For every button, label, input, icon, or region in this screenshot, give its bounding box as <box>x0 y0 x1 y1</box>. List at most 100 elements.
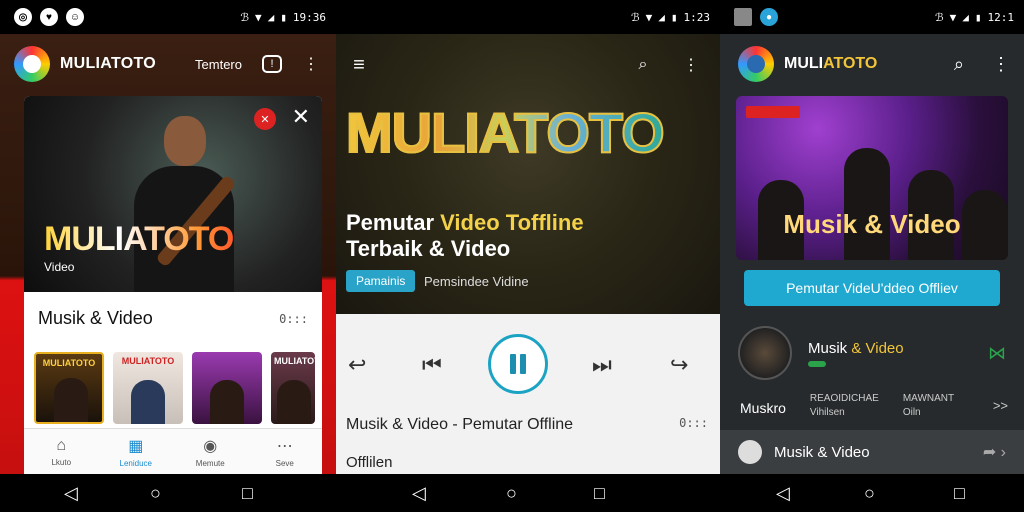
app-icon: ● <box>760 8 778 26</box>
section-header: Musik & Video 0::: <box>38 308 308 329</box>
search-icon[interactable]: ⌕ <box>632 54 654 76</box>
cta-button[interactable]: Pemutar VideU'ddeo Offliev <box>744 270 1000 306</box>
more-vert-icon[interactable]: ⋮ <box>992 54 1010 75</box>
clock: 1:23 <box>683 10 711 24</box>
section-more-button[interactable]: 0::: <box>279 312 308 326</box>
status-bar-panel3: ● ℬ ▼ ◢ ▮ 12:1 <box>720 0 1024 34</box>
library-icon: ▦ <box>128 437 144 455</box>
forward-icon[interactable]: ↪ <box>670 352 688 378</box>
back-icon[interactable]: ◁ <box>64 483 78 504</box>
more-icon: ⋯ <box>276 437 293 455</box>
back-icon[interactable]: ◁ <box>412 483 426 504</box>
previous-icon[interactable]: ⏮ <box>422 352 442 378</box>
track-info: Musik & Video - Pemutar Offline 0::: <box>346 416 708 434</box>
thumbnail-row: MULIATOTO MULIATOTO MULIATOTO <box>34 352 315 424</box>
more-vert-icon[interactable]: ⋮ <box>300 53 322 75</box>
live-badge <box>746 106 800 118</box>
discover-icon: ◉ <box>203 437 218 455</box>
info-label: Muskro <box>740 400 786 416</box>
band-member-image <box>844 148 890 260</box>
thumbnail[interactable]: MULIATOTO <box>34 352 104 424</box>
bottom-nav: ⌂ Lkuto ▦ Leniduce ◉ Memute ⋯ Seve <box>24 428 322 474</box>
hero-title: MULIATOTO <box>44 220 234 258</box>
recents-icon[interactable]: □ <box>242 483 253 504</box>
thumbnail[interactable] <box>192 352 262 424</box>
banner-title: Musik & Video <box>783 209 961 239</box>
wifi-icon: ▼ <box>255 10 262 24</box>
app-bar: MULIATOTO ⌕ ⋮ <box>738 44 1010 84</box>
app-logo[interactable] <box>738 46 774 82</box>
track-time: 0::: <box>679 416 708 430</box>
hero-banner[interactable]: ✕ ✕ MULIATOTO Video <box>24 96 322 292</box>
pause-button[interactable] <box>488 334 548 394</box>
nav-library[interactable]: ▦ Leniduce <box>99 429 174 474</box>
close-icon[interactable]: ✕ <box>292 104 310 130</box>
menu-icon[interactable]: ≡ <box>348 54 370 76</box>
info-row: Muskro REAOIDICHAE Vihilsen MAWNANT Oiln… <box>740 393 1008 418</box>
chat-icon: ☺ <box>66 8 84 26</box>
clock: 19:36 <box>292 10 326 24</box>
avatar <box>738 440 762 464</box>
nav-discover[interactable]: ◉ Memute <box>173 429 248 474</box>
search-icon[interactable]: ⌕ <box>954 54 964 75</box>
concert-banner[interactable]: Musik & Video <box>736 96 1008 260</box>
hero-subtitle: Video <box>44 260 75 274</box>
list-item[interactable]: Musik & Video ➦ › <box>720 430 1024 474</box>
brand-name: MULIATOTO <box>60 55 157 72</box>
video-card: ✕ ✕ MULIATOTO Video Musik & Video 0::: M… <box>24 96 322 474</box>
battery-icon: ▮ <box>670 10 678 24</box>
nav-home[interactable]: ⌂ Lkuto <box>24 429 99 474</box>
header-link[interactable]: Temtero <box>195 57 242 72</box>
panel-player: ≡ ⌕ ⋮ MULIATOTO Pemutar Video Toffline T… <box>336 34 720 474</box>
wifi-icon: ▼ <box>949 10 957 24</box>
back-icon[interactable]: ◁ <box>776 483 790 504</box>
home-icon: ⌂ <box>56 436 67 454</box>
bluetooth-icon: ℬ <box>630 10 640 24</box>
equalizer-icon[interactable]: ⋈ <box>988 343 1006 364</box>
bluetooth-icon: ℬ <box>934 10 944 24</box>
shield-icon: ♥ <box>40 8 58 26</box>
wifi-icon: ▼ <box>645 10 653 24</box>
status-bar-panel1: ◎ ♥ ☺ ℬ ▼ ◢ ▮ 19:36 <box>0 0 336 34</box>
album-art <box>738 326 792 380</box>
home-button-icon[interactable]: ○ <box>864 483 875 504</box>
home-button-icon[interactable]: ○ <box>506 483 517 504</box>
headline: Pemutar Video Toffline Terbaik & Video <box>346 210 584 261</box>
player-header: ≡ ⌕ ⋮ MULIATOTO Pemutar Video Toffline T… <box>336 34 720 314</box>
panel-home: MULIATOTO Temtero ! ⋮ ✕ ✕ MULIATOTO Vide… <box>0 34 336 474</box>
category-chip[interactable]: Pamainis <box>346 270 416 292</box>
player-controls: ↩ ⏮ ⏭ ↪ <box>336 334 720 396</box>
nav-more[interactable]: ⋯ Seve <box>248 429 323 474</box>
more-vert-icon[interactable]: ⋮ <box>680 54 702 76</box>
message-icon[interactable]: ! <box>262 55 282 73</box>
app-logo[interactable] <box>14 46 50 82</box>
system-nav-bar: ◁ ○ □ ◁ ○ □ ◁ ○ □ <box>0 474 1024 512</box>
record-icon[interactable]: ✕ <box>254 108 276 130</box>
section-title: Musik & Video <box>38 308 153 328</box>
replay-icon[interactable]: ↩ <box>348 352 366 378</box>
chip-subtitle: Pemsindee Vidine <box>424 274 529 289</box>
status-bar-panel2: ℬ ▼ ◢ ▮ 1:23 <box>336 0 720 34</box>
app-bar: ≡ ⌕ ⋮ <box>348 50 702 80</box>
notification-icon: ◎ <box>14 8 32 26</box>
list-item[interactable]: Musik & Video ⋈ <box>738 326 1006 380</box>
big-title: MULIATOTO <box>345 100 666 165</box>
forward-button[interactable]: >> <box>993 398 1008 413</box>
brand-name: MULIATOTO <box>784 55 878 72</box>
app-bar: MULIATOTO Temtero ! ⋮ <box>0 34 336 94</box>
track-title: Musik & Video - Pemutar Offline <box>346 416 574 433</box>
screen: ◎ ♥ ☺ ℬ ▼ ◢ ▮ 19:36 ℬ ▼ ◢ ▮ 1:23 ● ℬ ▼ ◢ <box>0 0 1024 512</box>
signal-icon: ◢ <box>658 10 665 24</box>
panel-dark: MULIATOTO ⌕ ⋮ Musik & Video Pemutar Vide… <box>720 34 1024 474</box>
track-mode: Offlilen <box>346 454 393 471</box>
signal-icon: ◢ <box>962 10 969 24</box>
home-button-icon[interactable]: ○ <box>150 483 161 504</box>
bluetooth-icon: ℬ <box>240 10 249 24</box>
share-icon[interactable]: ➦ › <box>983 442 1006 462</box>
image-icon <box>734 8 752 26</box>
thumbnail[interactable]: MULIATOTO <box>271 352 315 424</box>
thumbnail[interactable]: MULIATOTO <box>113 352 183 424</box>
recents-icon[interactable]: □ <box>954 483 965 504</box>
recents-icon[interactable]: □ <box>594 483 605 504</box>
next-icon[interactable]: ⏭ <box>592 352 612 378</box>
